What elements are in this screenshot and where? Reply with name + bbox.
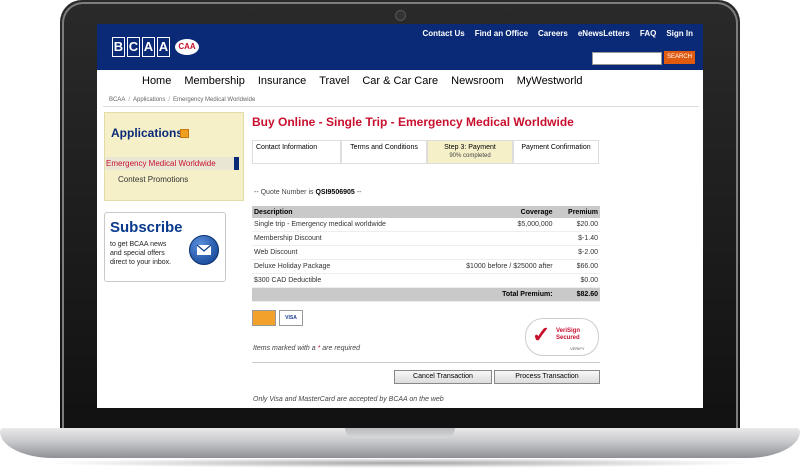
- nav-home[interactable]: Home: [142, 75, 171, 87]
- cancel-transaction-button[interactable]: Cancel Transaction: [394, 370, 492, 384]
- verisign-label: VeriSign Secured: [556, 328, 581, 341]
- nav-insurance[interactable]: Insurance: [258, 75, 306, 87]
- logo-letter: B: [112, 37, 125, 57]
- browser-screen: B C A A CAA Contact Us Find an Office Ca…: [97, 24, 703, 408]
- logo-letter: C: [127, 37, 140, 57]
- nav-membership[interactable]: Membership: [184, 75, 245, 87]
- quote-number-value: QSI9506905: [315, 189, 355, 196]
- progress-steps: Contact Information Terms and Conditions…: [252, 140, 599, 164]
- link-careers[interactable]: Careers: [538, 29, 568, 38]
- table-header-row: Description Coverage Premium: [252, 206, 600, 218]
- process-transaction-button[interactable]: Process Transaction: [494, 370, 600, 384]
- link-find-office[interactable]: Find an Office: [475, 29, 528, 38]
- table-row: Membership Discount $-1.40: [252, 231, 600, 246]
- sidebar-title: Applications: [111, 126, 184, 140]
- step-terms: Terms and Conditions: [341, 140, 427, 164]
- logo-letter: A: [157, 37, 170, 57]
- verisign-verify: VERIFY: [570, 346, 585, 351]
- column-coverage: Coverage: [433, 206, 555, 218]
- sidebar-item-emergency-medical[interactable]: Emergency Medical Worldwide: [105, 157, 239, 170]
- site-header: B C A A CAA Contact Us Find an Office Ca…: [97, 24, 703, 70]
- laptop-shadow: [40, 458, 760, 468]
- link-faq[interactable]: FAQ: [640, 29, 656, 38]
- mastercard-logo: [252, 310, 276, 326]
- visa-logo: VISA: [279, 310, 303, 326]
- total-row: Total Premium: $82.60: [252, 287, 600, 302]
- envelope-icon: [189, 235, 219, 265]
- caa-logo: CAA: [175, 39, 199, 55]
- utility-links: Contact Us Find an Office Careers eNewsL…: [422, 29, 693, 38]
- breadcrumb: BCAA / Applications / Emergency Medical Worl…: [109, 97, 256, 103]
- logo-letter: A: [142, 37, 155, 57]
- accepted-cards: VISA: [252, 310, 303, 326]
- payment-note: Only Visa and MasterCard are accepted by…: [253, 396, 444, 403]
- form-divider: [252, 362, 600, 363]
- sidebar-item-contest-promotions[interactable]: Contest Promotions: [118, 175, 188, 184]
- subscribe-banner[interactable]: Subscribe to get BCAA news and special o…: [104, 212, 226, 282]
- search-button[interactable]: SEARCH: [664, 51, 695, 64]
- column-premium: Premium: [554, 206, 600, 218]
- step-payment-confirmation: Payment Confirmation: [513, 140, 599, 164]
- table-row: Deluxe Holiday Package $1000 before / $2…: [252, 259, 600, 274]
- rss-icon: [180, 129, 189, 138]
- breadcrumb-applications[interactable]: Applications: [133, 97, 165, 103]
- page-title: Buy Online - Single Trip - Emergency Med…: [252, 115, 574, 129]
- breadcrumb-current: Emergency Medical Worldwide: [173, 97, 256, 103]
- table-row: Single trip - Emergency medical worldwid…: [252, 218, 600, 232]
- step-payment: Step 3: Payment 90% completed: [427, 140, 513, 164]
- header-divider: [103, 106, 699, 107]
- sidebar-applications: Applications Emergency Medical Worldwide…: [104, 112, 244, 201]
- nav-car-care[interactable]: Car & Car Care: [362, 75, 438, 87]
- subscribe-text: to get BCAA news and special offers dire…: [110, 241, 172, 266]
- verisign-seal[interactable]: ✓ VeriSign Secured VERIFY: [525, 318, 599, 356]
- link-enewsletters[interactable]: eNewsLetters: [578, 29, 630, 38]
- quote-number: -- Quote Number is QSI9506905 --: [254, 189, 362, 196]
- required-note: Items marked with a * are required: [253, 345, 361, 352]
- laptop-notch: [345, 428, 455, 438]
- camera-icon: [395, 10, 406, 21]
- total-label: Total Premium:: [433, 287, 555, 302]
- main-navigation: Home Membership Insurance Travel Car & C…: [142, 75, 583, 87]
- search-input[interactable]: [592, 52, 662, 65]
- link-contact-us[interactable]: Contact Us: [422, 29, 464, 38]
- nav-travel[interactable]: Travel: [319, 75, 349, 87]
- link-sign-in[interactable]: Sign In: [666, 29, 693, 38]
- subscribe-title: Subscribe: [110, 219, 183, 236]
- checkmark-icon: ✓: [532, 322, 551, 347]
- nav-mywestworld[interactable]: MyWestworld: [517, 75, 583, 87]
- breadcrumb-bcaa[interactable]: BCAA: [109, 97, 125, 103]
- column-description: Description: [252, 206, 434, 218]
- step-contact-information: Contact Information: [252, 140, 341, 164]
- table-row: $300 CAD Deductible $0.00: [252, 273, 600, 288]
- nav-newsroom[interactable]: Newsroom: [451, 75, 504, 87]
- table-row: Web Discount $-2.00: [252, 245, 600, 260]
- bcaa-logo[interactable]: B C A A CAA: [112, 36, 199, 58]
- total-value: $82.60: [554, 287, 600, 302]
- premium-table: Description Coverage Premium Single trip…: [252, 206, 600, 302]
